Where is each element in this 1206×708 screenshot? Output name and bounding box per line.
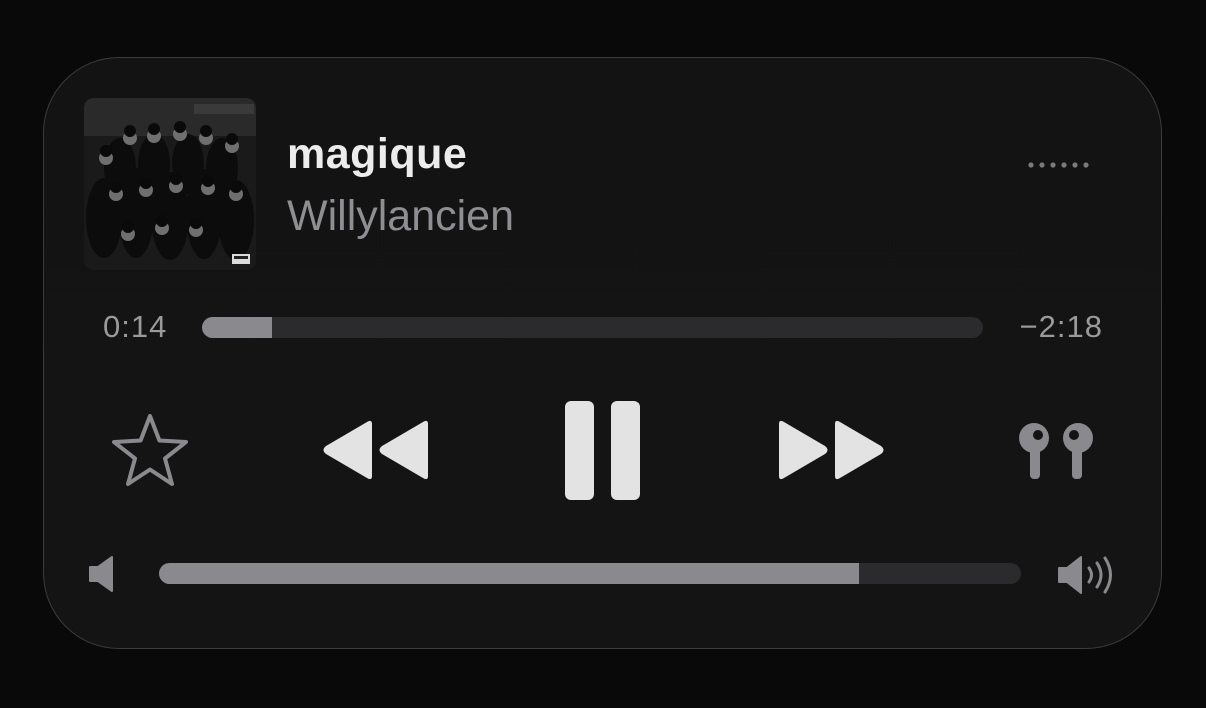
progress-fill xyxy=(202,317,273,338)
speaker-low-icon[interactable] xyxy=(88,556,118,592)
volume-fill xyxy=(159,563,859,584)
album-artwork[interactable] xyxy=(84,98,256,270)
remaining-time: −2:18 xyxy=(1019,309,1103,344)
elapsed-time: 0:14 xyxy=(103,309,168,344)
speaker-high-icon[interactable] xyxy=(1057,554,1119,596)
forward-icon[interactable] xyxy=(777,418,887,482)
progress-scrubber[interactable] xyxy=(202,317,983,338)
album-artwork-image xyxy=(84,98,256,270)
more-dots-icon[interactable] xyxy=(1026,158,1092,172)
airpods-icon[interactable] xyxy=(1016,420,1096,482)
star-outline-icon[interactable] xyxy=(110,412,190,488)
backward-icon[interactable] xyxy=(320,418,430,482)
artist-name[interactable]: Willylancien xyxy=(287,192,514,241)
track-title: magique xyxy=(287,130,468,178)
pause-icon[interactable] xyxy=(564,400,642,501)
volume-slider[interactable] xyxy=(159,563,1021,584)
